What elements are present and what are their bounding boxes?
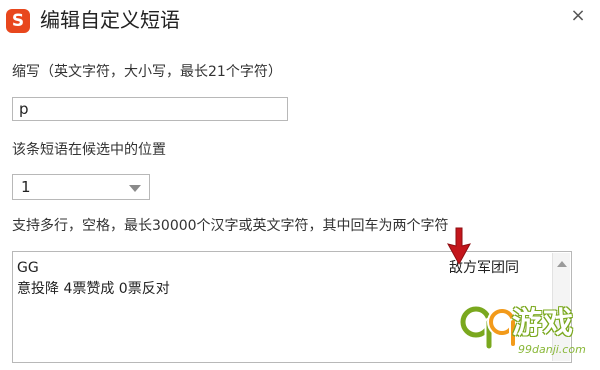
close-icon[interactable]: × xyxy=(568,6,588,26)
watermark: 游戏 99danji.com xyxy=(458,302,598,366)
phrase-line-1: GG xyxy=(17,260,39,276)
red-arrow-icon xyxy=(447,227,471,266)
abbreviation-input[interactable] xyxy=(12,97,288,121)
scroll-up-icon[interactable] xyxy=(557,261,567,267)
position-select-value: 1 xyxy=(21,178,31,196)
chevron-down-icon xyxy=(129,185,141,192)
logo-letter: S xyxy=(11,11,25,31)
position-select[interactable]: 1 xyxy=(12,174,150,200)
dialog-title: 编辑自定义短语 xyxy=(40,8,180,32)
watermark-url: 99danji.com xyxy=(518,343,586,356)
abbreviation-label: 缩写（英文字符，大小写，最长21个字符） xyxy=(12,64,282,80)
position-label: 该条短语在候选中的位置 xyxy=(12,142,166,158)
phrase-label: 支持多行，空格，最长30000个汉字或英文字符，其中回车为两个字符 xyxy=(12,218,449,234)
phrase-line-2: 意投降 4票赞成 0票反对 xyxy=(17,281,170,297)
edit-custom-phrase-dialog: S 编辑自定义短语 × 缩写（英文字符，大小写，最长21个字符） 该条短语在候选… xyxy=(0,0,600,370)
sogou-logo-icon: S xyxy=(6,9,30,33)
watermark-text: 游戏 xyxy=(512,306,574,341)
